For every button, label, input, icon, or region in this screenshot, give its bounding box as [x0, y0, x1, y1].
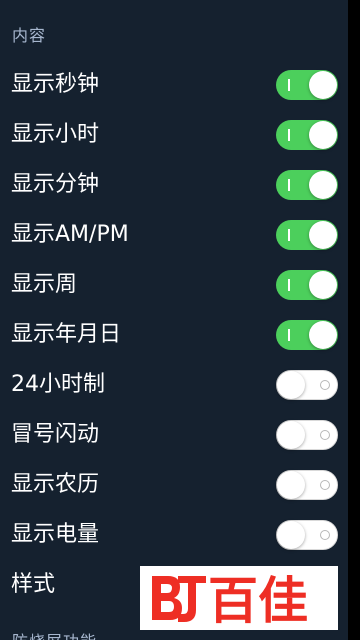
toggle-knob [309, 121, 337, 149]
toggle-off-mark-icon [320, 380, 330, 390]
toggle-off-mark-icon [320, 480, 330, 490]
section-header-content: 内容 [12, 26, 47, 45]
setting-row-colon-blink[interactable]: 冒号闪动 [0, 410, 348, 460]
show-seconds-toggle[interactable] [276, 70, 338, 100]
setting-row-show-week[interactable]: 显示周 [0, 260, 348, 310]
setting-label: 冒号闪动 [11, 422, 100, 447]
setting-row-24-hour[interactable]: 24小时制 [0, 360, 348, 410]
watermark-logo: 百佳 [140, 566, 338, 630]
toggle-knob [309, 71, 337, 99]
toggle-off-mark-icon [320, 530, 330, 540]
setting-label: 显示周 [11, 272, 78, 297]
toggle-on-mark-icon [288, 329, 290, 341]
setting-row-show-ampm[interactable]: 显示AM/PM [0, 210, 348, 260]
lunar-toggle[interactable] [276, 470, 338, 500]
toggle-knob [277, 471, 305, 499]
setting-row-show-minute[interactable]: 显示分钟 [0, 160, 348, 210]
toggle-knob [309, 171, 337, 199]
setting-label: 显示秒钟 [11, 72, 100, 97]
toggle-knob [277, 421, 305, 449]
show-ampm-toggle[interactable] [276, 220, 338, 250]
setting-label: 显示农历 [11, 472, 100, 497]
section-header-burn-in: 防烧屏功能 [12, 628, 97, 640]
setting-row-show-date[interactable]: 显示年月日 [0, 310, 348, 360]
screen-edge [348, 0, 360, 640]
toggle-knob [309, 221, 337, 249]
toggle-on-mark-icon [288, 129, 290, 141]
show-week-toggle[interactable] [276, 270, 338, 300]
setting-label: 显示小时 [11, 122, 100, 147]
style-label: 样式 [11, 572, 56, 597]
toggle-on-mark-icon [288, 79, 290, 91]
toggle-on-mark-icon [288, 279, 290, 291]
setting-label: 24小时制 [11, 372, 105, 397]
battery-toggle[interactable] [276, 520, 338, 550]
colon-blink-toggle[interactable] [276, 420, 338, 450]
watermark-text: 百佳 [208, 572, 308, 626]
setting-row-battery[interactable]: 显示电量 [0, 510, 348, 560]
show-date-toggle[interactable] [276, 320, 338, 350]
toggle-knob [309, 321, 337, 349]
settings-screen: 内容 显示秒钟 显示小时 显示分钟 显示AM/PM 显示周 显示年月日 24小时… [0, 0, 348, 640]
setting-label: 显示分钟 [11, 172, 100, 197]
baijia-logo-icon: 百佳 [152, 572, 308, 626]
toggle-off-mark-icon [320, 430, 330, 440]
24-hour-toggle[interactable] [276, 370, 338, 400]
toggle-knob [277, 521, 305, 549]
setting-row-show-hour[interactable]: 显示小时 [0, 110, 348, 160]
setting-row-lunar[interactable]: 显示农历 [0, 460, 348, 510]
setting-label: 显示AM/PM [11, 222, 129, 247]
setting-label: 显示年月日 [11, 322, 122, 347]
toggle-knob [277, 371, 305, 399]
setting-row-show-seconds[interactable]: 显示秒钟 [0, 60, 348, 110]
setting-label: 显示电量 [11, 522, 100, 547]
toggle-on-mark-icon [288, 179, 290, 191]
show-hour-toggle[interactable] [276, 120, 338, 150]
toggle-knob [309, 271, 337, 299]
toggle-on-mark-icon [288, 229, 290, 241]
show-minute-toggle[interactable] [276, 170, 338, 200]
